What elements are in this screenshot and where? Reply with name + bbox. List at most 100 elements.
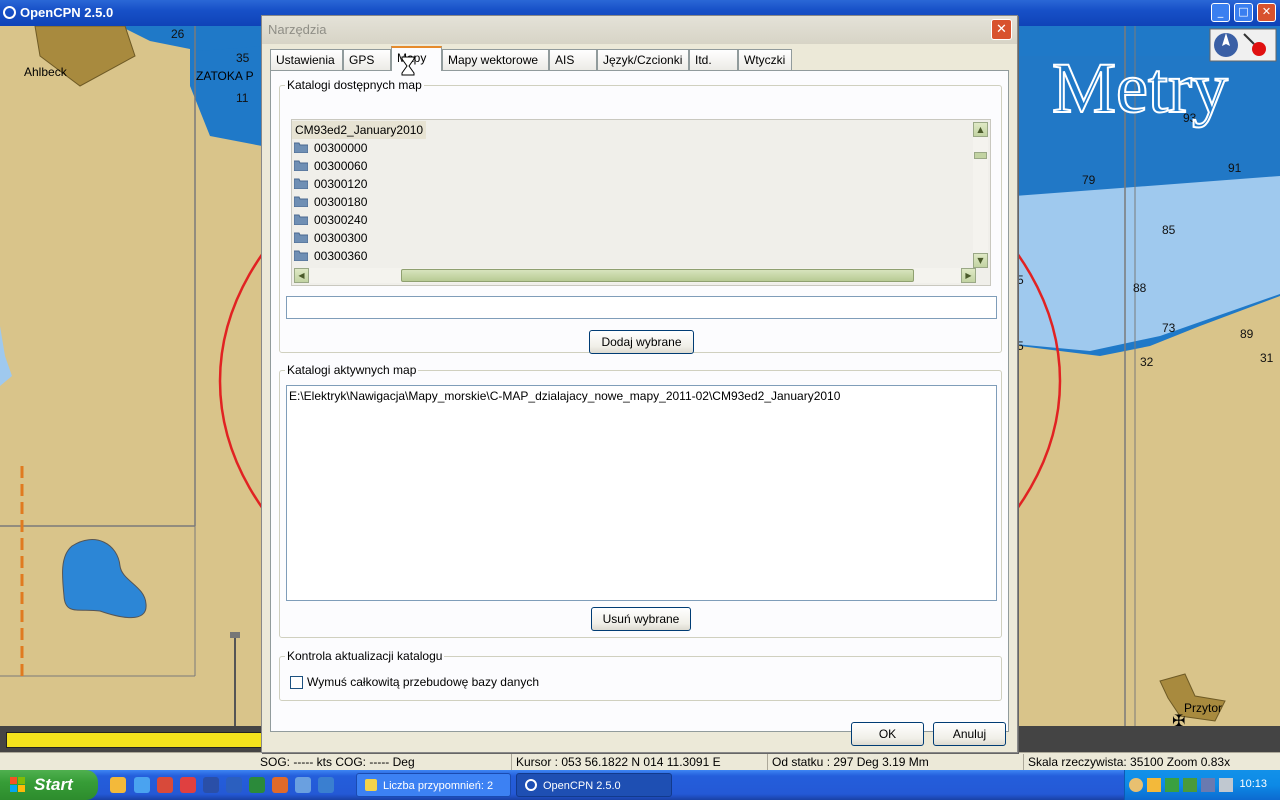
tray-network-icon[interactable] — [1165, 778, 1179, 792]
settings-dialog: Narzędzia ✕ Ustawienia GPS Mapy Mapy wek… — [261, 15, 1018, 753]
svg-text:5: 5 — [1017, 339, 1024, 353]
tab-itd[interactable]: Itd. — [689, 49, 738, 70]
folder-icon — [294, 250, 308, 261]
tree-item-00300120[interactable]: 00300120 — [294, 175, 494, 193]
svg-text:26: 26 — [171, 27, 185, 41]
svg-text:85: 85 — [1162, 223, 1176, 237]
force-rebuild-checkbox[interactable] — [290, 676, 303, 689]
quicklaunch-refresh-icon[interactable] — [318, 777, 334, 793]
tab-ais[interactable]: AIS — [549, 49, 597, 70]
scroll-up-button[interactable]: ▲ — [973, 122, 988, 137]
chart-bar-strip — [0, 726, 264, 752]
tree-item-00300360[interactable]: 00300360 — [294, 247, 494, 265]
minimize-button[interactable]: _ — [1211, 3, 1230, 22]
svg-text:73: 73 — [1162, 321, 1176, 335]
tray-clock-icon[interactable] — [1147, 778, 1161, 792]
scroll-left-button[interactable]: ◀ — [294, 268, 309, 283]
svg-text:91: 91 — [1228, 161, 1242, 175]
svg-text:11: 11 — [236, 91, 249, 105]
tab-gps[interactable]: GPS — [343, 49, 391, 70]
folder-icon — [294, 196, 308, 207]
tab-mapy-wektorowe[interactable]: Mapy wektorowe — [442, 49, 549, 70]
tray-expand-icon[interactable] — [1129, 778, 1143, 792]
task-opencpn[interactable]: OpenCPN 2.5.0 — [516, 773, 672, 797]
svg-text:89: 89 — [1240, 327, 1254, 341]
remove-selected-button[interactable]: Usuń wybrane — [591, 607, 691, 631]
svg-text:35: 35 — [236, 51, 250, 65]
chart-bar-strip-right — [1015, 726, 1280, 752]
svg-text:✠: ✠ — [1172, 711, 1185, 726]
app-close-button[interactable]: ✕ — [1257, 3, 1276, 22]
active-charts-label: Katalogi aktywnych map — [285, 363, 419, 377]
quicklaunch-ie-icon[interactable] — [134, 777, 150, 793]
hourglass-cursor-icon — [401, 56, 415, 76]
tray-app-icon[interactable] — [1183, 778, 1197, 792]
task-opencpn-label: OpenCPN 2.5.0 — [543, 780, 621, 792]
svg-text:5: 5 — [1017, 273, 1024, 287]
tree-item-00300000[interactable]: 00300000 — [294, 139, 494, 157]
opencpn-task-icon — [525, 779, 537, 791]
force-rebuild-label[interactable]: Wymuś całkowitą przebudowę bazy danych — [307, 675, 539, 689]
statusbar: SOG: ----- kts COG: ----- Deg Kursor : 0… — [0, 752, 1280, 771]
tree-item-00300300[interactable]: 00300300 — [294, 229, 494, 247]
tray-clock: 10:13 — [1239, 778, 1267, 790]
tree-item-00300060[interactable]: 00300060 — [294, 157, 494, 175]
active-charts-list[interactable]: E:\Elektryk\Nawigacja\Mapy_morskie\C-MAP… — [286, 385, 997, 601]
tray-volume-icon[interactable] — [1219, 778, 1233, 792]
tray-monitor-icon[interactable] — [1201, 778, 1215, 792]
quicklaunch-word-icon[interactable] — [226, 777, 242, 793]
quicklaunch-app-icon[interactable] — [157, 777, 173, 793]
place-label-przytor: Przytor — [1184, 701, 1222, 715]
status-sog-cog: SOG: ----- kts COG: ----- Deg — [256, 754, 512, 770]
tab-mapy[interactable]: Mapy — [391, 46, 442, 71]
task-reminders[interactable]: Liczba przypomnień: 2 — [356, 773, 511, 797]
catalog-update-label: Kontrola aktualizacji katalogu — [285, 649, 445, 663]
folder-icon — [294, 160, 308, 171]
svg-text:79: 79 — [1082, 173, 1096, 187]
system-tray: 10:13 — [1124, 770, 1280, 800]
svg-text:88: 88 — [1133, 281, 1147, 295]
place-label-ahlbeck: Ahlbeck — [24, 65, 68, 79]
opencpn-app-icon — [3, 6, 16, 19]
tab-panel-mapy: Katalogi dostępnych map CM93ed2_January2… — [270, 70, 1009, 732]
status-scale: Skala rzeczywista: 35100 Zoom 0.83x — [1028, 755, 1231, 769]
tab-ustawienia[interactable]: Ustawienia — [270, 49, 343, 70]
folder-icon — [294, 214, 308, 225]
place-label-zatoka: ZATOKA P — [196, 69, 254, 83]
dialog-titlebar[interactable]: Narzędzia ✕ — [262, 16, 1017, 44]
ok-button[interactable]: OK — [851, 722, 924, 746]
tab-jezyk-czcionki[interactable]: Język/Czcionki — [597, 49, 689, 70]
chart-path-input[interactable] — [286, 296, 997, 319]
horizontal-scroll-thumb[interactable] — [401, 269, 914, 282]
add-selected-button[interactable]: Dodaj wybrane — [589, 330, 694, 354]
tree-vertical-scrollbar[interactable]: ▲ ▼ — [973, 122, 988, 268]
active-chart-entry[interactable]: E:\Elektryk\Nawigacja\Mapy_morskie\C-MAP… — [289, 388, 994, 404]
status-cursor: Kursor : 053 56.1822 N 014 11.3091 E — [512, 754, 768, 770]
tree-root-item[interactable]: CM93ed2_January2010 — [292, 121, 427, 139]
svg-text:32: 32 — [1140, 355, 1154, 369]
quicklaunch-network-icon[interactable] — [295, 777, 311, 793]
scroll-down-button[interactable]: ▼ — [973, 253, 988, 268]
tab-wtyczki[interactable]: Wtyczki — [738, 49, 792, 70]
folder-icon — [294, 142, 308, 153]
quicklaunch-excel-icon[interactable] — [249, 777, 265, 793]
scroll-right-button[interactable]: ▶ — [961, 268, 976, 283]
units-label: Metry — [1052, 48, 1228, 128]
quicklaunch-save-icon[interactable] — [203, 777, 219, 793]
maximize-button[interactable]: □ — [1234, 3, 1253, 22]
start-button[interactable]: Start — [0, 770, 98, 800]
folder-icon — [294, 232, 308, 243]
dialog-close-button[interactable]: ✕ — [991, 19, 1012, 40]
app-title: OpenCPN 2.5.0 — [20, 5, 114, 20]
quicklaunch-powerpoint-icon[interactable] — [272, 777, 288, 793]
windows-flag-icon — [10, 777, 25, 792]
quicklaunch-clock-icon[interactable] — [110, 777, 126, 793]
status-from-ship: Od statku : 297 Deg 3.19 Mm — [768, 754, 1024, 770]
cancel-button[interactable]: Anuluj — [933, 722, 1006, 746]
available-charts-tree[interactable]: CM93ed2_January2010 00300000 00300060 00… — [291, 119, 991, 286]
scroll-thumb[interactable] — [974, 152, 987, 159]
tree-item-00300240[interactable]: 00300240 — [294, 211, 494, 229]
tree-item-00300180[interactable]: 00300180 — [294, 193, 494, 211]
tree-horizontal-scrollbar[interactable]: ◀ ▶ — [294, 268, 976, 283]
quicklaunch-chrome-icon[interactable] — [180, 777, 196, 793]
